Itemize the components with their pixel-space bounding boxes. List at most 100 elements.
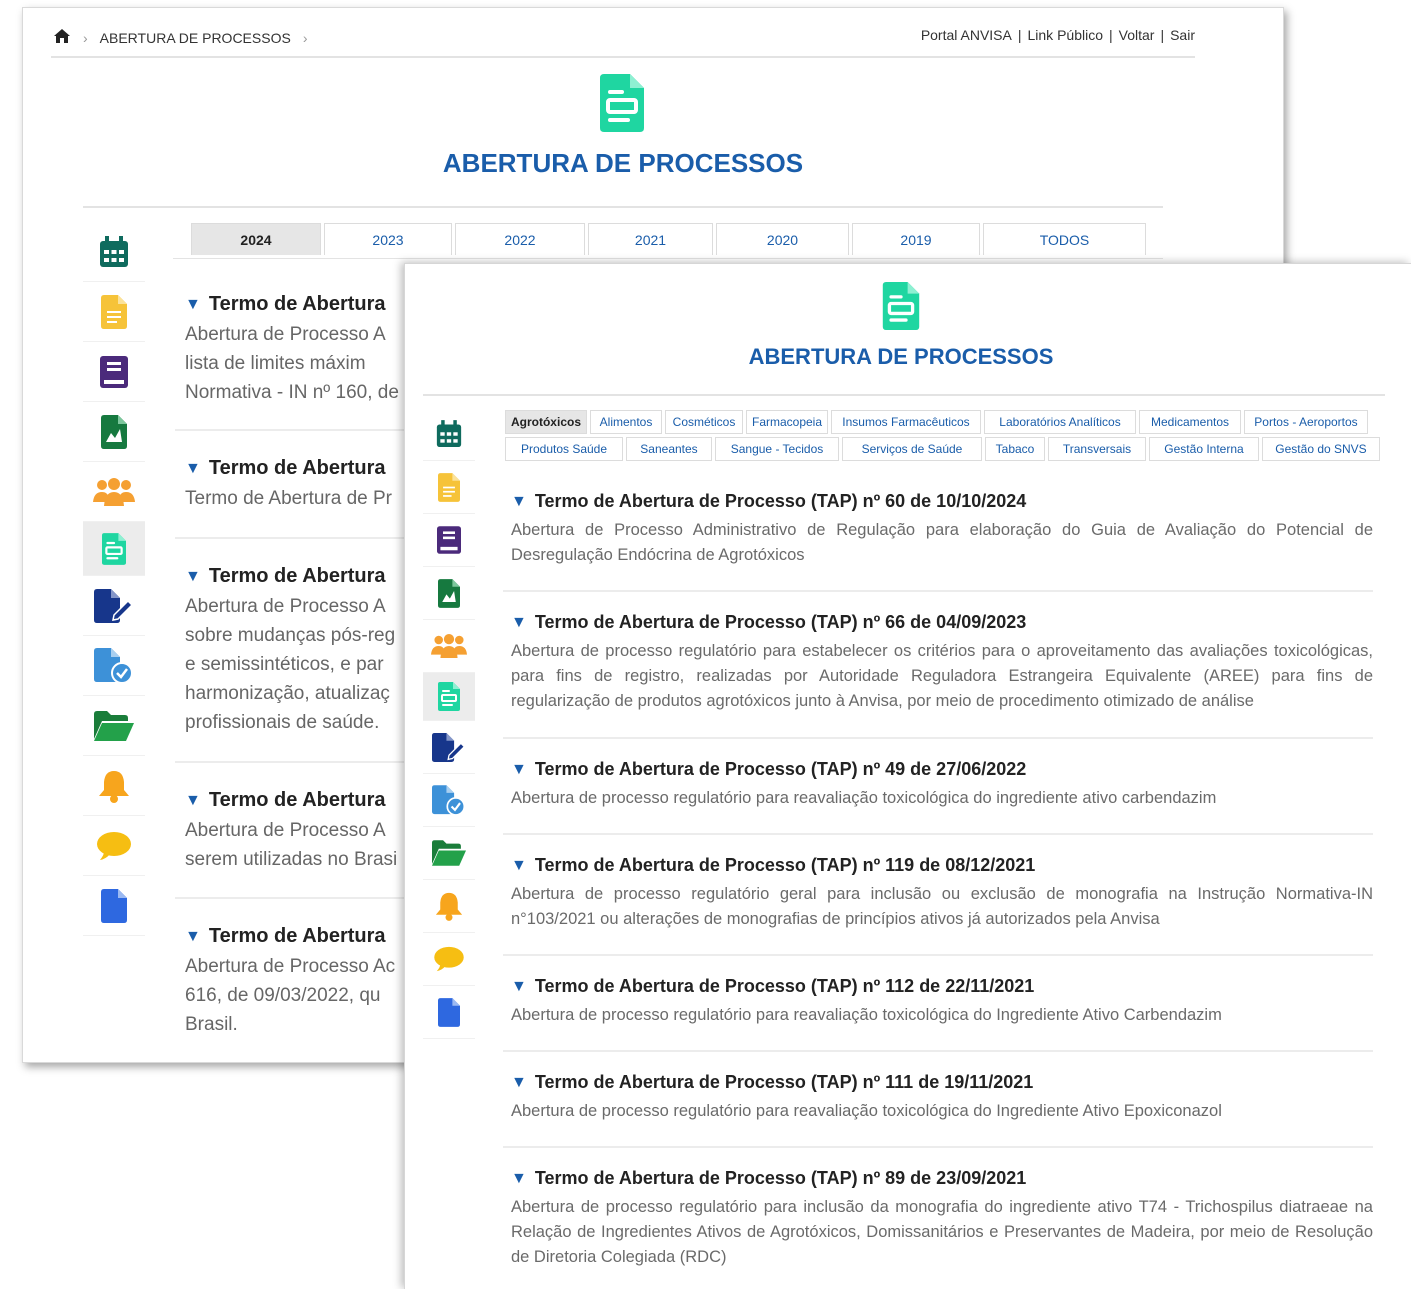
sidebar-item-bell[interactable] xyxy=(423,880,475,933)
process-doc-icon xyxy=(102,532,126,565)
tab-laboratorios-analiticos[interactable]: Laboratórios Analíticos xyxy=(984,410,1136,434)
sidebar-item-report[interactable] xyxy=(423,567,475,620)
tab-produtos-saude[interactable]: Produtos Saúde xyxy=(505,437,623,461)
sidebar-item-calendar[interactable] xyxy=(423,408,475,461)
item-title: Termo de Abertura xyxy=(208,789,386,811)
sidebar-item-folder[interactable] xyxy=(83,696,145,756)
tab-2019[interactable]: 2019 xyxy=(852,223,980,255)
chevron-down-icon: ▼ xyxy=(511,1073,527,1091)
tab-medicamentos[interactable]: Medicamentos xyxy=(1139,410,1241,434)
tab-gestao-snvs[interactable]: Gestão do SNVS xyxy=(1262,437,1380,461)
link-sair[interactable]: Sair xyxy=(1170,27,1195,43)
list-item[interactable]: ▼ Termo de Abertura Termo de Abertura de … xyxy=(175,431,415,539)
sidebar xyxy=(83,222,145,936)
tabs-divider xyxy=(173,258,1163,259)
list-item[interactable]: ▼ Termo de Abertura de Processo (TAP) nº … xyxy=(503,739,1373,835)
item-title: Termo de Abertura de Processo (TAP) nº 8… xyxy=(534,1168,1027,1188)
calendar-icon xyxy=(436,420,462,447)
list-item[interactable]: ▼ Termo de Abertura Abertura de Processo … xyxy=(175,539,415,763)
tab-farmacopeia[interactable]: Farmacopeia xyxy=(746,410,828,434)
list-item[interactable]: ▼ Termo de Abertura Abertura de Processo … xyxy=(175,763,415,899)
front-window: ABERTURA DE PROCESSOS Agrotóxicos Alimen… xyxy=(404,263,1411,1289)
item-title: Termo de Abertura de Processo (TAP) nº 1… xyxy=(534,1072,1034,1092)
sidebar-item-process[interactable] xyxy=(423,673,475,721)
item-desc-line: serem utilizadas no Brasi xyxy=(185,849,398,870)
tab-2020[interactable]: 2020 xyxy=(716,223,849,255)
sidebar-item-chat[interactable] xyxy=(83,816,145,876)
tab-todos[interactable]: TODOS xyxy=(983,223,1146,255)
sidebar-item-file[interactable] xyxy=(83,876,145,936)
link-voltar[interactable]: Voltar xyxy=(1119,27,1155,43)
sidebar-item-document[interactable] xyxy=(83,282,145,342)
sidebar-item-group[interactable] xyxy=(83,462,145,522)
list-item[interactable]: ▼ Termo de Abertura de Processo (TAP) nº … xyxy=(503,1148,1373,1288)
item-title: Termo de Abertura de Processo (TAP) nº 6… xyxy=(534,612,1027,632)
list-item[interactable]: ▼ Termo de Abertura de Processo (TAP) nº … xyxy=(503,592,1373,739)
category-tabs-row: Produtos Saúde Saneantes Sangue - Tecido… xyxy=(505,437,1381,461)
document-yellow-icon xyxy=(101,294,127,329)
tab-portos-aeroportos[interactable]: Portos - Aeroportos xyxy=(1244,410,1368,434)
sidebar-item-edit[interactable] xyxy=(83,576,145,636)
chevron-down-icon: ▼ xyxy=(185,791,201,809)
item-desc-line: Brasil. xyxy=(185,1014,238,1035)
back-process-list: ▼ Termo de Abertura Abertura de Processo … xyxy=(175,283,415,1049)
tab-alimentos[interactable]: Alimentos xyxy=(590,410,662,434)
sidebar-item-book[interactable] xyxy=(83,342,145,402)
file-blue-icon xyxy=(438,997,460,1027)
sidebar-item-file-check[interactable] xyxy=(83,636,145,696)
link-portal-anvisa[interactable]: Portal ANVISA xyxy=(921,27,1012,43)
tab-2023[interactable]: 2023 xyxy=(324,223,452,255)
item-desc-line: Abertura de Processo Ac xyxy=(185,956,396,977)
sidebar-item-report[interactable] xyxy=(83,402,145,462)
sidebar-item-book[interactable] xyxy=(423,514,475,567)
tab-agrotoxicos[interactable]: Agrotóxicos xyxy=(505,410,587,434)
tab-2022[interactable]: 2022 xyxy=(455,223,585,255)
sidebar-item-process[interactable] xyxy=(83,522,145,576)
sidebar-item-document[interactable] xyxy=(423,461,475,514)
tab-sangue-tecidos[interactable]: Sangue - Tecidos xyxy=(715,437,839,461)
chevron-down-icon: ▼ xyxy=(185,459,201,477)
item-desc-line: Abertura de Processo A xyxy=(185,820,386,841)
sidebar-item-chat[interactable] xyxy=(423,933,475,986)
process-doc-icon xyxy=(438,682,460,711)
item-desc-line: Abertura de Processo A xyxy=(185,324,386,345)
item-description: Abertura de processo regulatório para re… xyxy=(511,1006,1222,1024)
sidebar-item-file-check[interactable] xyxy=(423,774,475,827)
tab-insumos-farmaceuticos[interactable]: Insumos Farmacêuticos xyxy=(831,410,981,434)
list-item[interactable]: ▼ Termo de Abertura Abertura de Processo … xyxy=(175,899,415,1049)
year-tabs: 2024 2023 2022 2021 2020 2019 TODOS xyxy=(191,223,1146,255)
category-tabs-row: Agrotóxicos Alimentos Cosméticos Farmaco… xyxy=(505,410,1381,434)
list-item[interactable]: ▼ Termo de Abertura Abertura de Processo … xyxy=(175,283,415,431)
sidebar-item-group[interactable] xyxy=(423,620,475,673)
folder-open-icon xyxy=(432,840,466,866)
list-item[interactable]: ▼ Termo de Abertura de Processo (TAP) nº … xyxy=(503,1052,1373,1148)
breadcrumb-current[interactable]: ABERTURA DE PROCESSOS xyxy=(100,30,291,46)
sidebar-item-folder[interactable] xyxy=(423,827,475,880)
tab-transversais[interactable]: Transversais xyxy=(1048,437,1146,461)
tab-tabaco[interactable]: Tabaco xyxy=(985,437,1045,461)
tab-gestao-interna[interactable]: Gestão Interna xyxy=(1149,437,1259,461)
chevron-down-icon: ▼ xyxy=(185,567,201,585)
item-description: Abertura de processo regulatório para in… xyxy=(511,1198,1373,1266)
edit-doc-icon xyxy=(94,588,134,623)
sidebar-item-calendar[interactable] xyxy=(83,222,145,282)
book-icon xyxy=(437,526,461,554)
link-publico[interactable]: Link Público xyxy=(1028,27,1104,43)
list-item[interactable]: ▼ Termo de Abertura de Processo (TAP) nº … xyxy=(503,956,1373,1052)
chevron-down-icon: ▼ xyxy=(511,613,527,631)
list-item[interactable]: ▼ Termo de Abertura de Processo (TAP) nº … xyxy=(503,482,1373,592)
tab-servicos-saude[interactable]: Serviços de Saúde xyxy=(842,437,982,461)
tab-cosmeticos[interactable]: Cosméticos xyxy=(665,410,743,434)
tab-2021[interactable]: 2021 xyxy=(588,223,713,255)
tab-saneantes[interactable]: Saneantes xyxy=(626,437,712,461)
sidebar-item-bell[interactable] xyxy=(83,756,145,816)
sidebar-item-edit[interactable] xyxy=(423,721,475,774)
item-title: Termo de Abertura xyxy=(208,293,386,315)
group-icon xyxy=(431,634,467,658)
home-icon[interactable] xyxy=(53,28,71,47)
tab-2024[interactable]: 2024 xyxy=(191,223,321,255)
chevron-down-icon: ▼ xyxy=(511,856,527,874)
sidebar-item-file[interactable] xyxy=(423,986,475,1039)
list-item[interactable]: ▼ Termo de Abertura de Processo (TAP) nº … xyxy=(503,835,1373,956)
chat-icon xyxy=(434,946,464,972)
